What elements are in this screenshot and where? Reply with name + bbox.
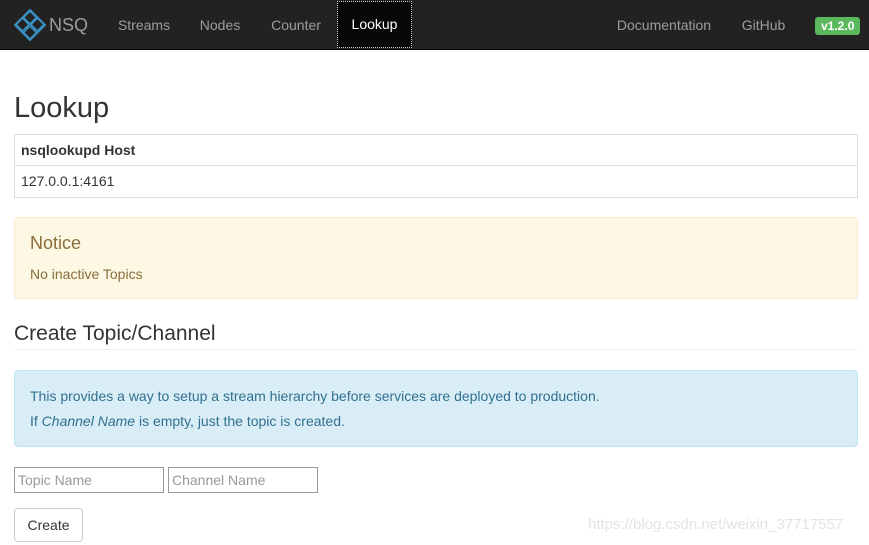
nav-documentation[interactable]: Documentation [603, 0, 725, 50]
notice-title: Notice [30, 233, 82, 253]
info-text-line1: This provides a way to setup a stream hi… [30, 388, 600, 404]
channel-name-emphasis: Channel Name [41, 413, 136, 429]
version-badge: v1.2.0 [815, 17, 861, 35]
nsq-logo-icon [14, 9, 46, 41]
table-row: 127.0.0.1:4161 [21, 173, 115, 189]
brand-name: NSQ [49, 15, 89, 35]
nav-lookup[interactable]: Lookup [337, 1, 412, 48]
table-header: nsqlookupd Host [15, 135, 857, 166]
notice-alert: Notice No inactive Topics [14, 217, 858, 299]
notice-text: No inactive Topics [30, 266, 143, 282]
navbar: NSQ Streams Nodes Counter Lookup Documen… [0, 0, 869, 50]
nsqlookupd-host-table: nsqlookupd Host 127.0.0.1:4161 [14, 134, 858, 198]
create-button[interactable]: Create [14, 508, 83, 542]
nav-counter[interactable]: Counter [256, 0, 336, 50]
brand-link[interactable]: NSQ [14, 9, 88, 41]
info-line2-prefix: If [30, 413, 42, 429]
nav-streams[interactable]: Streams [104, 0, 184, 50]
info-text-line2: If Channel Name is empty, just the topic… [30, 413, 345, 429]
channel-name-input[interactable] [168, 467, 318, 493]
create-section-title: Create Topic/Channel [14, 320, 858, 350]
watermark: https://blog.csdn.net/weixin_37717557 [588, 516, 844, 533]
info-line2-suffix: is empty, just the topic is created. [135, 413, 345, 429]
info-alert: This provides a way to setup a stream hi… [14, 370, 858, 447]
page-title: Lookup [14, 92, 110, 124]
topic-name-input[interactable] [14, 467, 164, 493]
nav-nodes[interactable]: Nodes [186, 0, 254, 50]
nav-github[interactable]: GitHub [728, 0, 799, 50]
